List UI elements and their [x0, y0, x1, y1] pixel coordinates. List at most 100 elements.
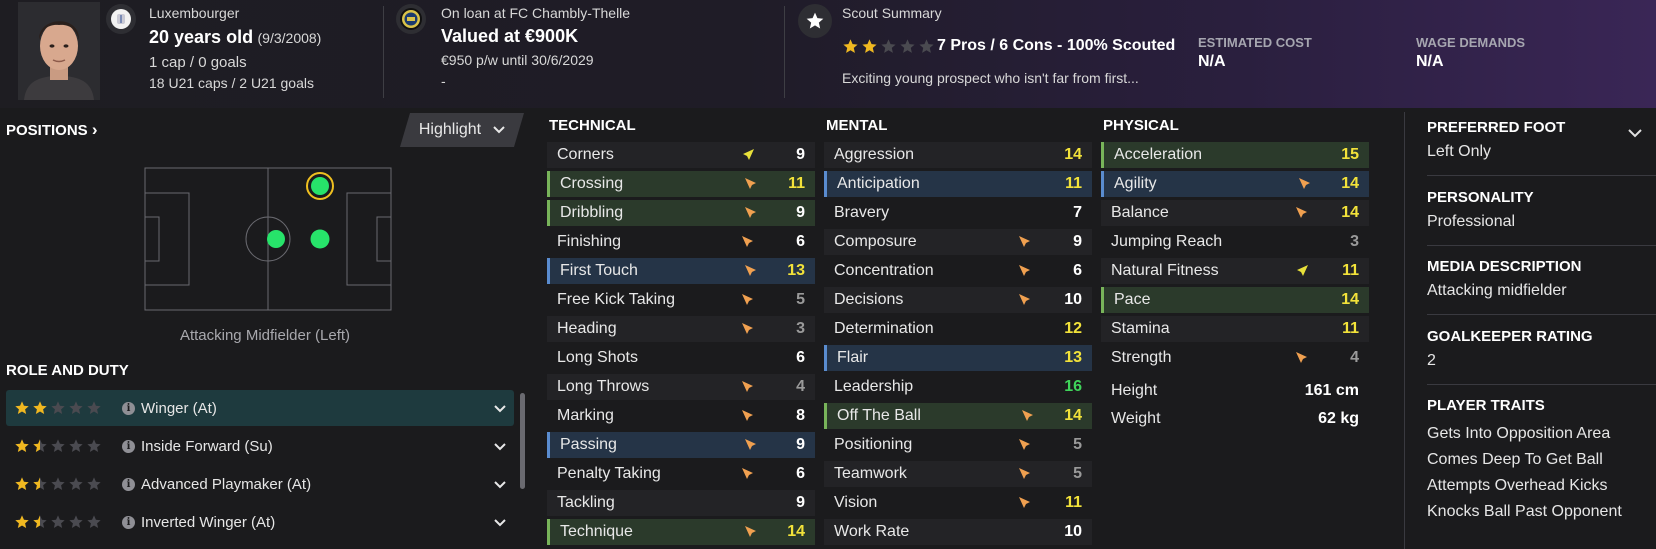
height-label: Height	[1111, 382, 1158, 399]
attribute-row[interactable]: Dribbling 9	[547, 200, 815, 226]
role-row[interactable]: i Inverted Winger (At)	[6, 504, 514, 540]
role-row[interactable]: i Advanced Playmaker (At)	[6, 466, 514, 502]
attribute-name: Passing	[560, 436, 617, 453]
attribute-row[interactable]: Leadership 16	[824, 374, 1092, 400]
role-row[interactable]: i Inside Forward (Su)	[6, 428, 514, 464]
scout-text[interactable]: Exciting young prospect who isn't far fr…	[842, 70, 1139, 86]
scout-summary[interactable]: 7 Pros / 6 Cons - 100% Scouted	[937, 37, 1175, 55]
arrow-down-icon	[1019, 294, 1030, 305]
attribute-trend	[1018, 235, 1032, 249]
attribute-row[interactable]: Long Throws 4	[547, 374, 815, 400]
attribute-value: 3	[796, 320, 805, 337]
chevron-down-icon[interactable]	[494, 400, 506, 417]
attribute-value: 9	[1073, 233, 1082, 250]
star-empty-icon	[87, 401, 101, 414]
attribute-row[interactable]: Finishing 6	[547, 229, 815, 255]
attribute-name: Leadership	[834, 378, 914, 395]
info-icon[interactable]: i	[122, 401, 135, 415]
attribute-row[interactable]: Crossing 11	[547, 171, 815, 197]
attribute-row[interactable]: Teamwork 5	[824, 461, 1092, 487]
attribute-value: 9	[796, 146, 805, 163]
attribute-row[interactable]: Vision 11	[824, 490, 1092, 516]
media-description: Attacking midfielder	[1427, 282, 1567, 299]
attribute-name: Strength	[1111, 349, 1172, 366]
attribute-row[interactable]: Balance 14	[1101, 200, 1369, 226]
preferred-foot-title: PREFERRED FOOT	[1427, 119, 1566, 136]
wage-demands: N/A	[1416, 53, 1444, 70]
attribute-row[interactable]: Technique 14	[547, 519, 815, 545]
media-description-title: MEDIA DESCRIPTION	[1427, 258, 1582, 275]
attribute-row[interactable]: Free Kick Taking 5	[547, 287, 815, 313]
attribute-name: Free Kick Taking	[557, 291, 675, 308]
attribute-row[interactable]: Tackling 9	[547, 490, 815, 516]
arrow-down-icon	[1019, 236, 1030, 247]
attribute-value: 9	[796, 204, 805, 221]
attribute-trend	[741, 409, 755, 423]
positions-title[interactable]: POSITIONS ›	[6, 120, 98, 140]
role-stars	[14, 514, 122, 530]
attribute-trend	[744, 264, 758, 278]
trait-item[interactable]: Knocks Ball Past Opponent	[1427, 503, 1622, 521]
player-traits-title: PLAYER TRAITS	[1427, 397, 1545, 414]
attribute-name: Work Rate	[834, 523, 910, 540]
info-icon[interactable]: i	[122, 439, 135, 453]
attribute-name: Flair	[837, 349, 869, 366]
attribute-name: Penalty Taking	[557, 465, 661, 482]
role-row[interactable]: i Winger (At)	[6, 390, 514, 426]
attribute-row[interactable]: Positioning 5	[824, 432, 1092, 458]
attribute-row[interactable]: Stamina 11	[1101, 316, 1369, 342]
info-icon[interactable]: i	[122, 477, 135, 491]
chevron-down-icon[interactable]	[494, 476, 506, 493]
attribute-row[interactable]: Work Rate 10	[824, 519, 1092, 545]
attribute-value: 14	[1064, 146, 1082, 163]
position-dot	[310, 229, 330, 249]
attribute-row[interactable]: Natural Fitness 11	[1101, 258, 1369, 284]
nation-flag-icon	[106, 4, 136, 34]
attribute-row[interactable]: Long Shots 6	[547, 345, 815, 371]
attribute-row[interactable]: Heading 3	[547, 316, 815, 342]
attribute-row[interactable]: Agility 14	[1101, 171, 1369, 197]
attribute-value: 11	[788, 175, 805, 192]
chevron-down-icon[interactable]	[494, 514, 506, 531]
attribute-row[interactable]: Penalty Taking 6	[547, 461, 815, 487]
attribute-row[interactable]: Acceleration 15	[1101, 142, 1369, 168]
attribute-value: 15	[1341, 146, 1359, 163]
attribute-row[interactable]: Jumping Reach 3	[1101, 229, 1369, 255]
caps: 1 cap / 0 goals	[149, 54, 247, 71]
divider	[1427, 384, 1656, 385]
attribute-row[interactable]: Marking 8	[547, 403, 815, 429]
role-duty-title: ROLE AND DUTY	[6, 362, 129, 379]
attribute-row[interactable]: Bravery 7	[824, 200, 1092, 226]
attribute-value: 14	[1341, 291, 1359, 308]
attribute-value: 5	[1073, 436, 1082, 453]
collapse-chevron-icon[interactable]	[1628, 125, 1642, 143]
attribute-row[interactable]: Pace 14	[1101, 287, 1369, 313]
attribute-row[interactable]: Composure 9	[824, 229, 1092, 255]
attribute-row[interactable]: Off The Ball 14	[824, 403, 1092, 429]
attribute-row[interactable]: Anticipation 11	[824, 171, 1092, 197]
attribute-row[interactable]: Determination 12	[824, 316, 1092, 342]
trait-item[interactable]: Comes Deep To Get Ball	[1427, 451, 1603, 469]
attribute-row[interactable]: Corners 9	[547, 142, 815, 168]
attribute-row[interactable]: Decisions 10	[824, 287, 1092, 313]
attribute-row[interactable]: Flair 13	[824, 345, 1092, 371]
trait-item[interactable]: Attempts Overhead Kicks	[1427, 477, 1608, 495]
star-empty-icon	[87, 515, 101, 528]
role-list-scrollbar[interactable]	[520, 393, 525, 489]
attribute-name: Pace	[1114, 291, 1151, 308]
attribute-row[interactable]: Aggression 14	[824, 142, 1092, 168]
attribute-row[interactable]: Passing 9	[547, 432, 815, 458]
loan-club-link[interactable]: On loan at FC Chambly-Thelle	[441, 5, 630, 21]
attribute-name: Heading	[557, 320, 617, 337]
info-icon[interactable]: i	[122, 515, 135, 529]
attribute-name: Finishing	[557, 233, 622, 250]
star-filled-icon	[15, 401, 29, 414]
trait-item[interactable]: Gets Into Opposition Area	[1427, 425, 1610, 443]
highlight-dropdown[interactable]: Highlight	[400, 113, 524, 147]
chevron-down-icon[interactable]	[494, 438, 506, 455]
club-badge-icon[interactable]	[396, 4, 426, 34]
u21-caps: 18 U21 caps / 2 U21 goals	[149, 75, 314, 91]
attribute-row[interactable]: First Touch 13	[547, 258, 815, 284]
attribute-row[interactable]: Concentration 6	[824, 258, 1092, 284]
attribute-row[interactable]: Strength 4	[1101, 345, 1369, 371]
